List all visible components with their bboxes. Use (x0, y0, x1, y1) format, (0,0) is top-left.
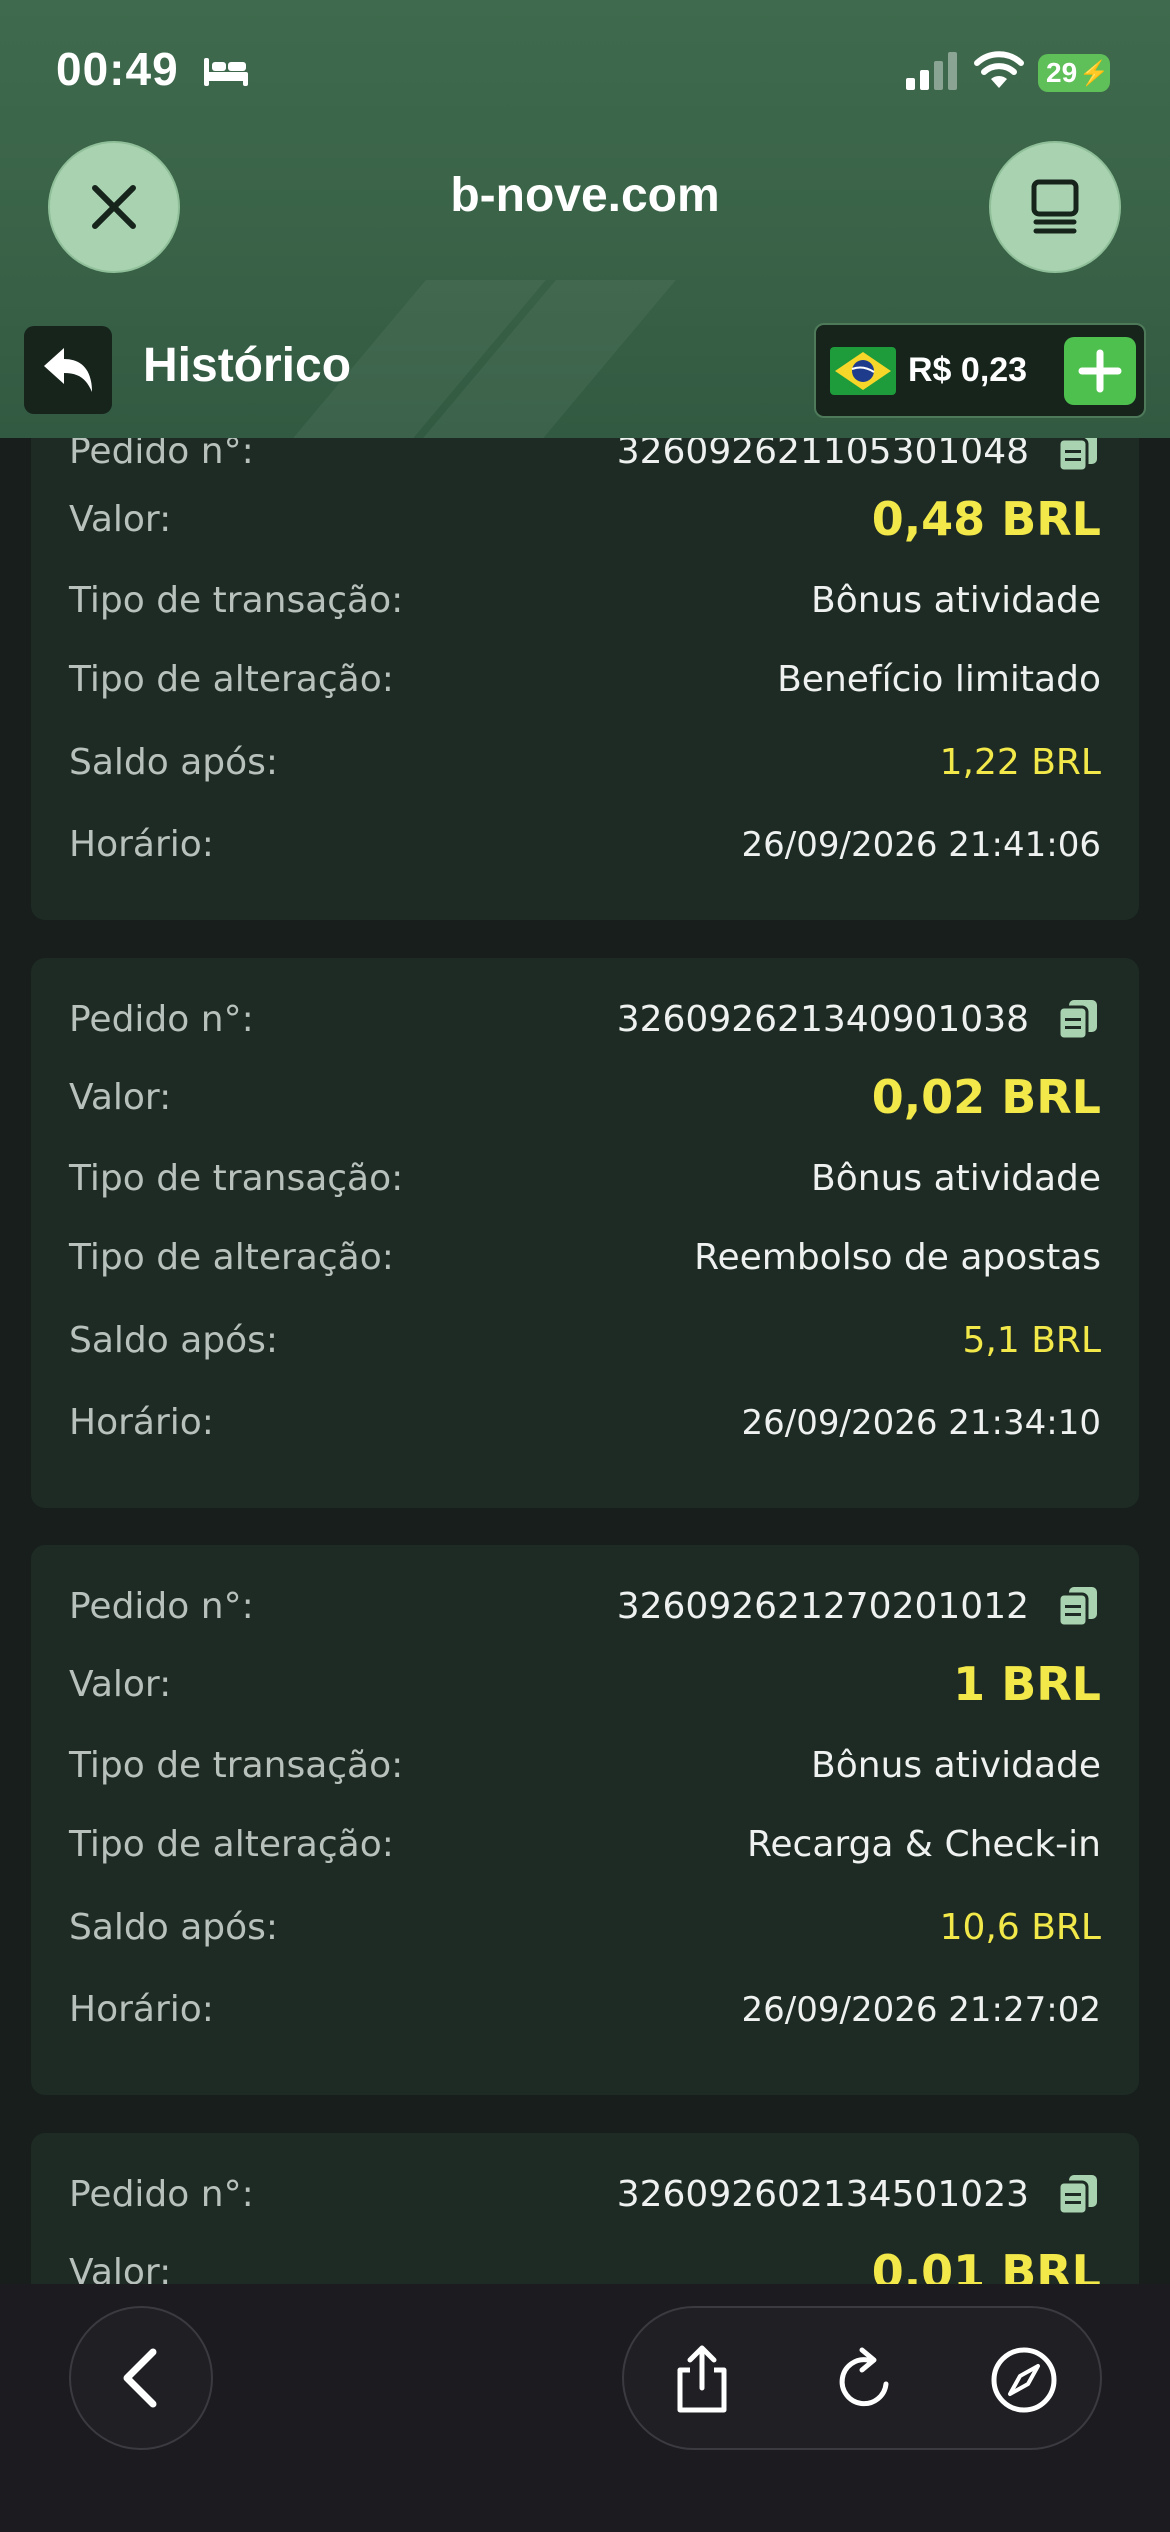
deposit-button[interactable] (1064, 337, 1136, 405)
balance-after-label: Saldo após: (69, 742, 279, 783)
charging-bolt-icon: ⚡ (1079, 59, 1110, 87)
amount-row: Valor: 0,48 BRL (69, 492, 1101, 546)
amount-label: Valor: (69, 498, 172, 540)
order-id: 326092621340901038 (616, 998, 1029, 1040)
browser-back-button[interactable] (69, 2306, 213, 2450)
time-row: Horário: 26/09/2026 21:27:02 (69, 1989, 1101, 2030)
balance-after-value: 10,6 BRL (939, 1907, 1101, 1948)
order-label: Pedido n°: (69, 1585, 254, 1627)
share-icon[interactable] (666, 2344, 738, 2416)
history-card: Pedido n°: 326092621340901038 Valor: 0,0… (31, 958, 1139, 1508)
app-header: 00:49 29 ⚡ b-nove.com Histórico R$ 0,23 (0, 0, 1170, 438)
tabs-icon (1031, 179, 1079, 234)
balance-after-label: Saldo após: (69, 1320, 279, 1361)
transaction-type-row: Tipo de transação: Bônus atividade (69, 1158, 1101, 1199)
balance-after-row: Saldo após: 10,6 BRL (69, 1907, 1101, 1948)
transaction-type-label: Tipo de transação: (69, 1745, 404, 1786)
change-type-value: Reembolso de apostas (694, 1237, 1101, 1278)
sleep-bed-icon (204, 58, 248, 86)
amount-row: Valor: 1 BRL (69, 1657, 1101, 1711)
balance-after-value: 1,22 BRL (939, 742, 1101, 783)
transaction-type-value: Bônus atividade (811, 580, 1101, 621)
balance-after-row: Saldo após: 5,1 BRL (69, 1320, 1101, 1361)
balance-after-value: 5,1 BRL (962, 1320, 1101, 1361)
order-id: 326092621270201012 (616, 1585, 1029, 1627)
change-type-row: Tipo de alteração: Recarga & Check-in (69, 1824, 1101, 1865)
time-label: Horário: (69, 1402, 214, 1443)
chevron-left-icon (123, 2348, 157, 2408)
order-id: 326092602134501023 (616, 2173, 1029, 2215)
order-label: Pedido n°: (69, 998, 254, 1040)
balance-widget[interactable]: R$ 0,23 (814, 323, 1146, 418)
amount-label: Valor: (69, 1663, 172, 1705)
compass-icon[interactable] (988, 2344, 1060, 2416)
plus-icon (1078, 349, 1122, 393)
amount-value: 0,48 BRL (871, 492, 1101, 546)
transaction-type-label: Tipo de transação: (69, 1158, 404, 1199)
change-type-row: Tipo de alteração: Reembolso de apostas (69, 1237, 1101, 1278)
change-type-value: Recarga & Check-in (747, 1824, 1101, 1865)
wifi-icon (974, 51, 1024, 88)
change-type-label: Tipo de alteração: (69, 1237, 394, 1278)
time-row: Horário: 26/09/2026 21:34:10 (69, 1402, 1101, 1443)
balance-after-row: Saldo após: 1,22 BRL (69, 742, 1101, 783)
transaction-type-value: Bônus atividade (811, 1745, 1101, 1786)
transaction-type-label: Tipo de transação: (69, 580, 404, 621)
transaction-type-row: Tipo de transação: Bônus atividade (69, 1745, 1101, 1786)
browser-toolbar (0, 2284, 1170, 2532)
time-label: Horário: (69, 1989, 214, 2030)
page-title: Histórico (143, 339, 352, 392)
reload-icon[interactable] (828, 2344, 900, 2416)
change-type-label: Tipo de alteração: (69, 659, 394, 700)
amount-value: 0,02 BRL (871, 1070, 1101, 1124)
history-card: Pedido n°: 326092602134501023 Valor: 0,0… (31, 2133, 1139, 2290)
time-label: Horário: (69, 824, 214, 865)
back-arrow-icon (44, 348, 92, 392)
battery-indicator: 29 ⚡ (1038, 54, 1110, 92)
time-value: 26/09/2026 21:41:06 (741, 824, 1101, 865)
browser-actions (622, 2306, 1102, 2450)
transaction-type-value: Bônus atividade (811, 1158, 1101, 1199)
copy-icon[interactable] (1055, 2171, 1101, 2217)
time-row: Horário: 26/09/2026 21:41:06 (69, 824, 1101, 865)
amount-value: 1 BRL (953, 1657, 1101, 1711)
amount-label: Valor: (69, 1076, 172, 1118)
order-row: Pedido n°: 326092621340901038 (69, 996, 1101, 1042)
amount-row: Valor: 0,02 BRL (69, 1070, 1101, 1124)
balance-after-label: Saldo após: (69, 1907, 279, 1948)
history-card: Pedido n°: 326092621270201012 Valor: 1 B… (31, 1545, 1139, 2095)
copy-icon[interactable] (1055, 1583, 1101, 1629)
battery-level: 29 (1046, 57, 1078, 88)
status-time: 00:49 (56, 43, 179, 95)
order-row: Pedido n°: 326092621270201012 (69, 1583, 1101, 1629)
tabs-button[interactable] (989, 141, 1121, 273)
order-label: Pedido n°: (69, 2173, 254, 2215)
change-type-value: Benefício limitado (777, 659, 1101, 700)
history-card: Pedido n°: 326092621105301048 Valor: 0,4… (31, 380, 1139, 920)
brazil-flag-icon (830, 346, 896, 395)
order-row: Pedido n°: 326092602134501023 (69, 2171, 1101, 2217)
time-value: 26/09/2026 21:34:10 (741, 1402, 1101, 1443)
change-type-row: Tipo de alteração: Benefício limitado (69, 659, 1101, 700)
copy-icon[interactable] (1055, 996, 1101, 1042)
transaction-type-row: Tipo de transação: Bônus atividade (69, 580, 1101, 621)
balance-amount: R$ 0,23 (908, 351, 1028, 389)
back-button[interactable] (24, 326, 112, 414)
change-type-label: Tipo de alteração: (69, 1824, 394, 1865)
time-value: 26/09/2026 21:27:02 (741, 1989, 1101, 2030)
cellular-signal-icon (906, 52, 957, 90)
